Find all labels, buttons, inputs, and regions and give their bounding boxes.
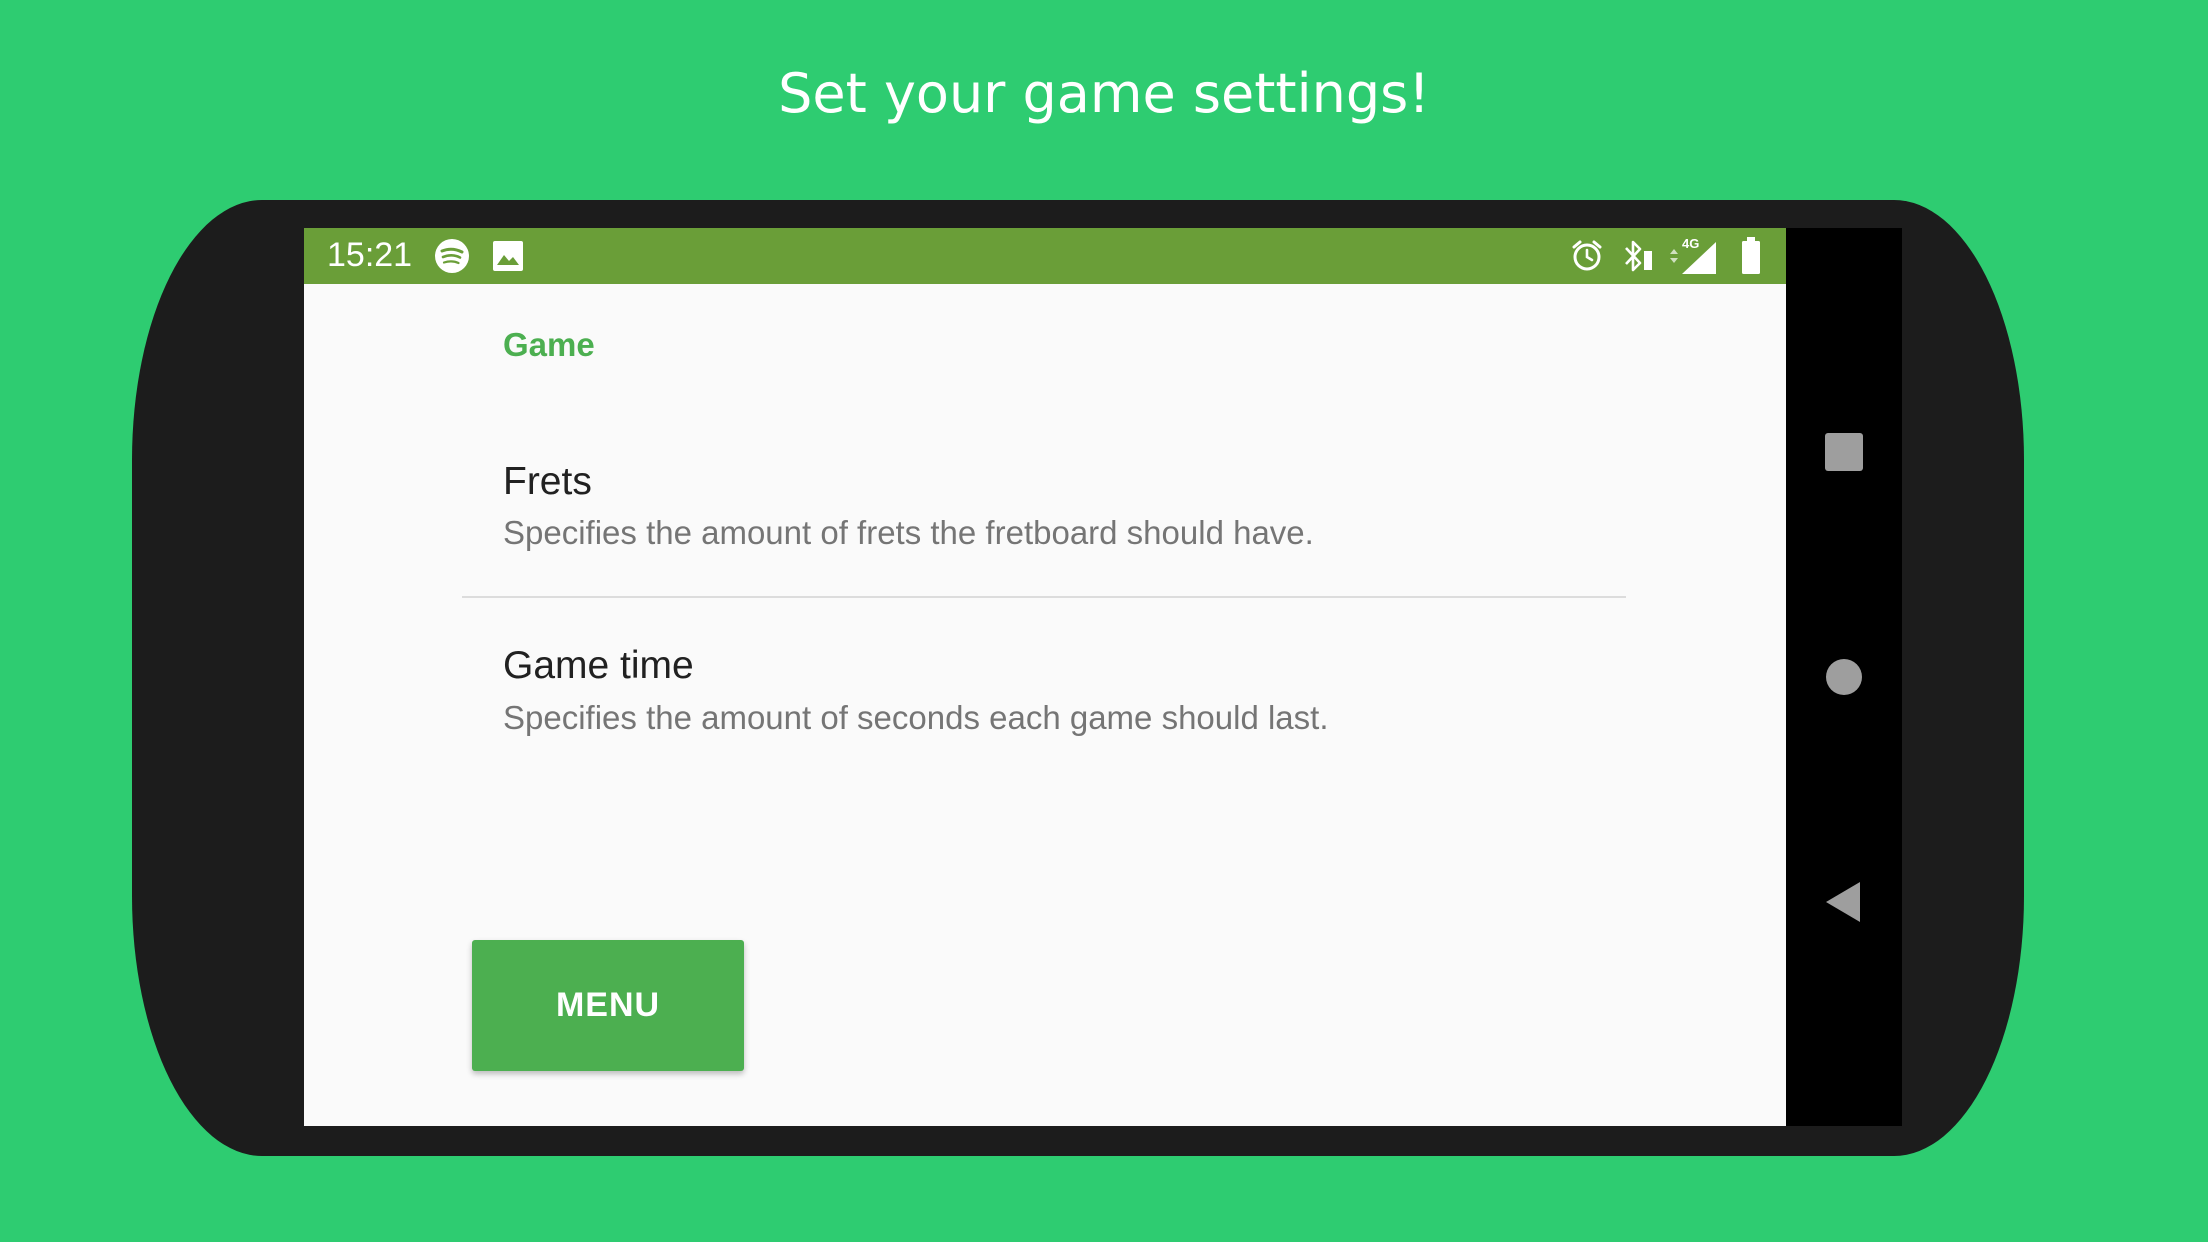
home-icon[interactable] — [1824, 657, 1864, 701]
frets-preference[interactable] — [462, 348, 1626, 588]
alarm-icon — [1570, 239, 1604, 277]
divider — [462, 596, 1626, 598]
headline: Set your game settings! — [778, 62, 1430, 125]
menu-button[interactable]: MENU — [472, 940, 744, 1071]
signal-icon: 4G — [1668, 234, 1718, 280]
network-label: 4G — [1682, 236, 1699, 251]
status-time: 15:21 — [327, 236, 413, 274]
app-screen: 15:21 4G Game Frets Specifies the amount… — [304, 228, 1786, 1126]
image-icon — [492, 240, 524, 276]
frets-title: Frets — [503, 460, 592, 503]
back-icon[interactable] — [1824, 880, 1864, 928]
battery-icon — [1740, 236, 1762, 280]
bluetooth-icon — [1620, 239, 1656, 277]
spotify-icon — [434, 238, 470, 278]
status-bar: 15:21 4G — [304, 228, 1786, 284]
game-time-summary: Specifies the amount of seconds each gam… — [503, 699, 1329, 736]
recents-icon[interactable] — [1824, 432, 1864, 476]
navigation-bar — [1786, 228, 1902, 1126]
frets-summary: Specifies the amount of frets the fretbo… — [503, 514, 1314, 551]
game-time-title: Game time — [503, 644, 694, 687]
